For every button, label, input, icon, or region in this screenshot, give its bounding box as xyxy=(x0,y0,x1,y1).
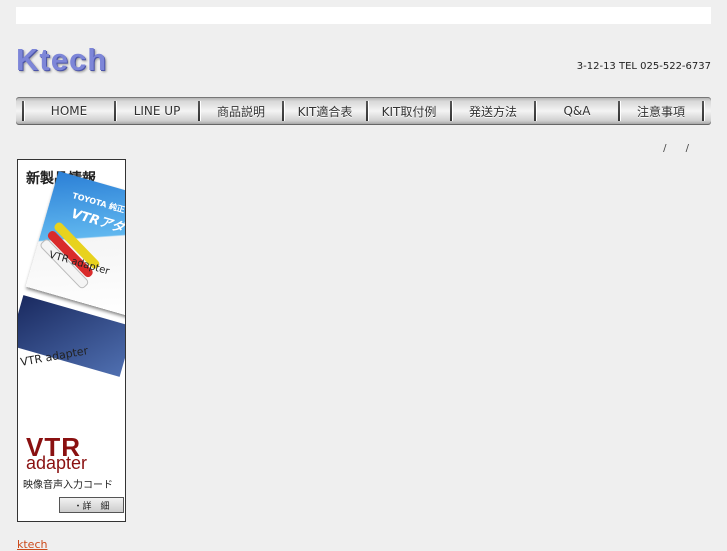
main-nav: HOME LINE UP 商品説明 KIT適合表 KIT取付例 発送方法 Q&A… xyxy=(16,97,711,125)
nav-lineup[interactable]: LINE UP xyxy=(116,97,198,125)
product-description: 映像音声入力コード xyxy=(23,480,113,491)
breadcrumb: / / xyxy=(663,143,697,154)
nav-qa[interactable]: Q&A xyxy=(536,97,618,125)
nav-product-description[interactable]: 商品説明 xyxy=(200,97,282,125)
adapter-heading: adapter xyxy=(26,453,88,473)
nav-home[interactable]: HOME xyxy=(24,97,114,125)
address-tel: 3-12-13 TEL 025-522-6737 xyxy=(576,61,711,72)
new-product-banner[interactable]: 新製品情報 TOYOTA 純正 VTRアダ VTR adapter VTR ad… xyxy=(17,159,126,522)
nav-notes[interactable]: 注意事項 xyxy=(620,97,702,125)
product-package-image: TOYOTA 純正 VTRアダ xyxy=(25,171,125,317)
nav-kit-compatibility[interactable]: KIT適合表 xyxy=(284,97,366,125)
detail-button[interactable]: ・詳 細 xyxy=(59,497,124,513)
nav-separator xyxy=(702,101,704,121)
nav-kit-installation[interactable]: KIT取付例 xyxy=(368,97,450,125)
top-bar xyxy=(16,7,711,24)
ktech-logo[interactable]: Ktech xyxy=(16,44,107,75)
nav-shipping[interactable]: 発送方法 xyxy=(452,97,534,125)
